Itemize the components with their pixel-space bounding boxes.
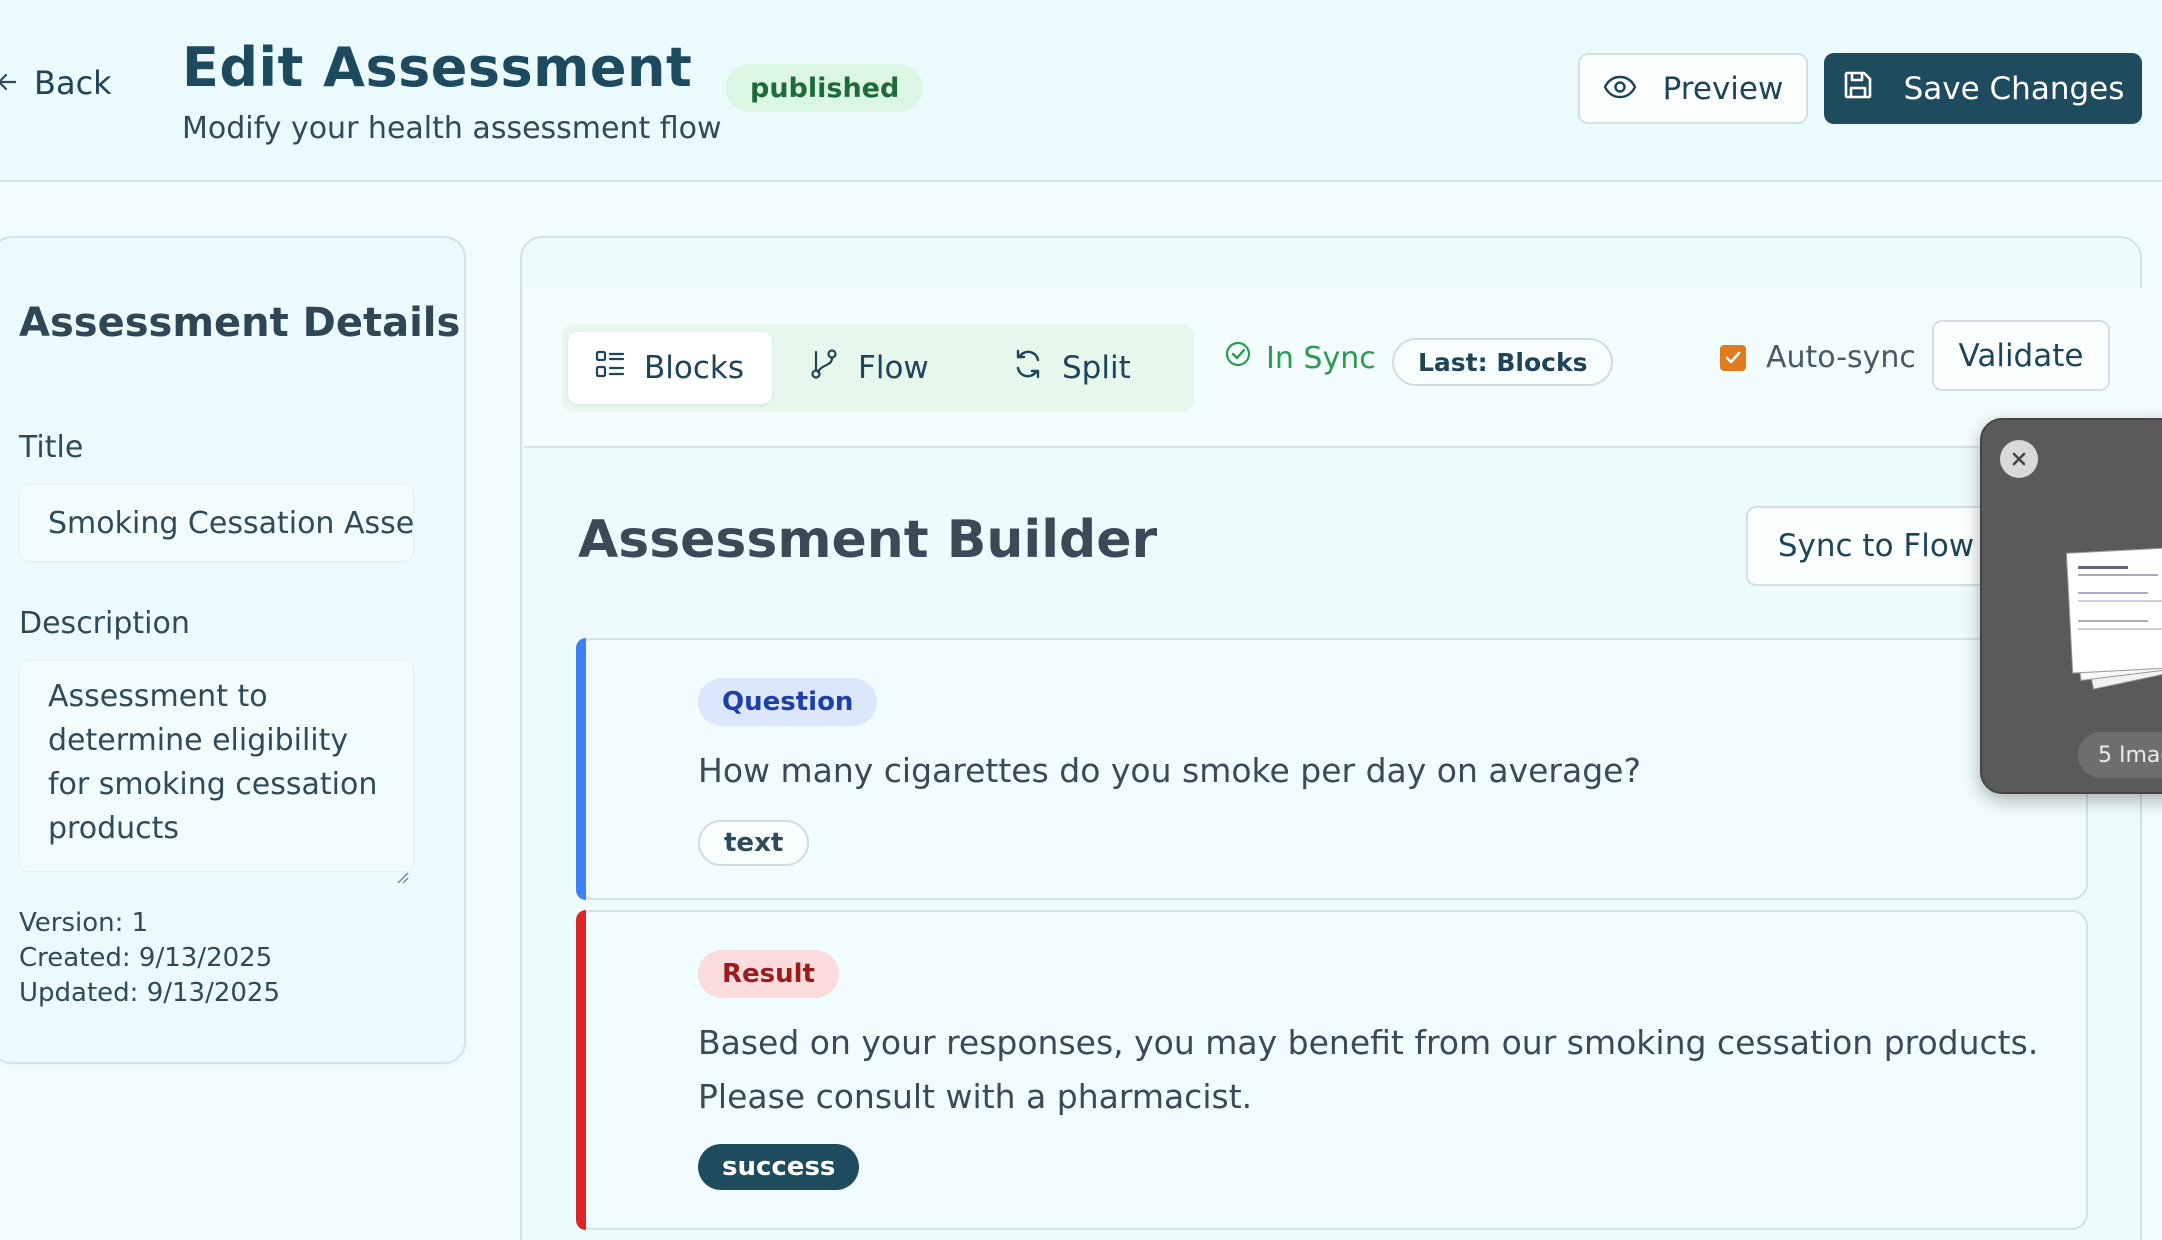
tab-flow[interactable]: Flow	[782, 332, 962, 404]
page-subtitle: Modify your health assessment flow	[182, 111, 722, 146]
tab-blocks[interactable]: Blocks	[568, 332, 772, 404]
autosync-label: Auto-sync	[1766, 340, 1916, 375]
autosync-checkbox[interactable]	[1720, 344, 1746, 371]
page-header: Back Edit Assessment Modify your health …	[0, 0, 2162, 182]
sync-status-label: In Sync	[1266, 340, 1376, 376]
created-text: Created: 9/13/2025	[19, 943, 273, 973]
image-stack-thumbnail	[2060, 530, 2162, 704]
builder-card: Blocks Flow Split In Sync Last: Blocks A…	[520, 236, 2142, 1240]
page-title: Edit Assessment	[182, 36, 693, 99]
image-count-label: 5 Images	[2078, 732, 2162, 778]
view-mode-tabs: Blocks Flow Split	[562, 324, 1194, 412]
back-label: Back	[34, 64, 112, 102]
title-input[interactable]: Smoking Cessation Assessment	[19, 484, 414, 562]
tab-blocks-label: Blocks	[644, 350, 744, 386]
builder-toolbar: Blocks Flow Split In Sync Last: Blocks A…	[524, 288, 2142, 448]
preview-label: Preview	[1662, 70, 1784, 107]
blocks-icon	[594, 348, 626, 388]
validate-button[interactable]: Validate	[1932, 320, 2110, 391]
block-tag: text	[698, 820, 810, 866]
block-type-badge: Question	[698, 678, 878, 726]
assessment-details-panel: Assessment Details Title Smoking Cessati…	[0, 236, 466, 1064]
sync-to-flow-button[interactable]: Sync to Flow	[1746, 506, 2006, 586]
eye-icon	[1603, 71, 1637, 107]
description-label: Description	[19, 606, 190, 641]
screenshot-preview-overlay[interactable]: 5 Images	[1980, 418, 2162, 794]
preview-button[interactable]: Preview	[1578, 53, 1808, 124]
flow-icon	[808, 348, 840, 388]
save-label: Save Changes	[1903, 70, 2125, 107]
description-text: Assessment to determine eligibility for …	[48, 679, 378, 846]
back-button[interactable]: Back	[0, 64, 112, 102]
block-accent	[576, 638, 586, 900]
result-block[interactable]: Result Based on your responses, you may …	[576, 910, 2088, 1230]
assessment-meta: Version: 1 Created: 9/13/2025 Updated: 9…	[19, 906, 280, 1011]
save-changes-button[interactable]: Save Changes	[1824, 53, 2142, 124]
description-textarea[interactable]: Assessment to determine eligibility for …	[19, 660, 414, 884]
details-heading: Assessment Details	[19, 300, 461, 346]
builder-title: Assessment Builder	[578, 510, 1158, 570]
save-icon	[1842, 69, 1874, 109]
title-label: Title	[19, 430, 84, 465]
tab-split[interactable]: Split	[986, 332, 1166, 404]
resize-grip-icon[interactable]	[395, 853, 409, 884]
tab-flow-label: Flow	[858, 350, 929, 386]
tab-split-label: Split	[1062, 350, 1131, 386]
check-circle-icon	[1224, 340, 1252, 376]
updated-text: Updated: 9/13/2025	[19, 978, 281, 1008]
block-text: How many cigarettes do you smoke per day…	[698, 751, 1641, 790]
close-icon[interactable]	[2000, 440, 2038, 478]
block-type-badge: Result	[698, 950, 839, 998]
question-block[interactable]: Question How many cigarettes do you smok…	[576, 638, 2088, 900]
sync-status: In Sync	[1224, 340, 1376, 376]
block-tag: success	[698, 1144, 860, 1190]
last-mode-badge: Last: Blocks	[1392, 338, 1614, 386]
autosync-toggle[interactable]: Auto-sync	[1720, 340, 1916, 375]
status-badge: published	[726, 64, 924, 112]
block-accent	[576, 910, 586, 1230]
block-text: Based on your responses, you may benefit…	[698, 1023, 2039, 1116]
split-icon	[1012, 348, 1044, 388]
arrow-left-icon	[0, 66, 16, 101]
version-text: Version: 1	[19, 908, 149, 938]
